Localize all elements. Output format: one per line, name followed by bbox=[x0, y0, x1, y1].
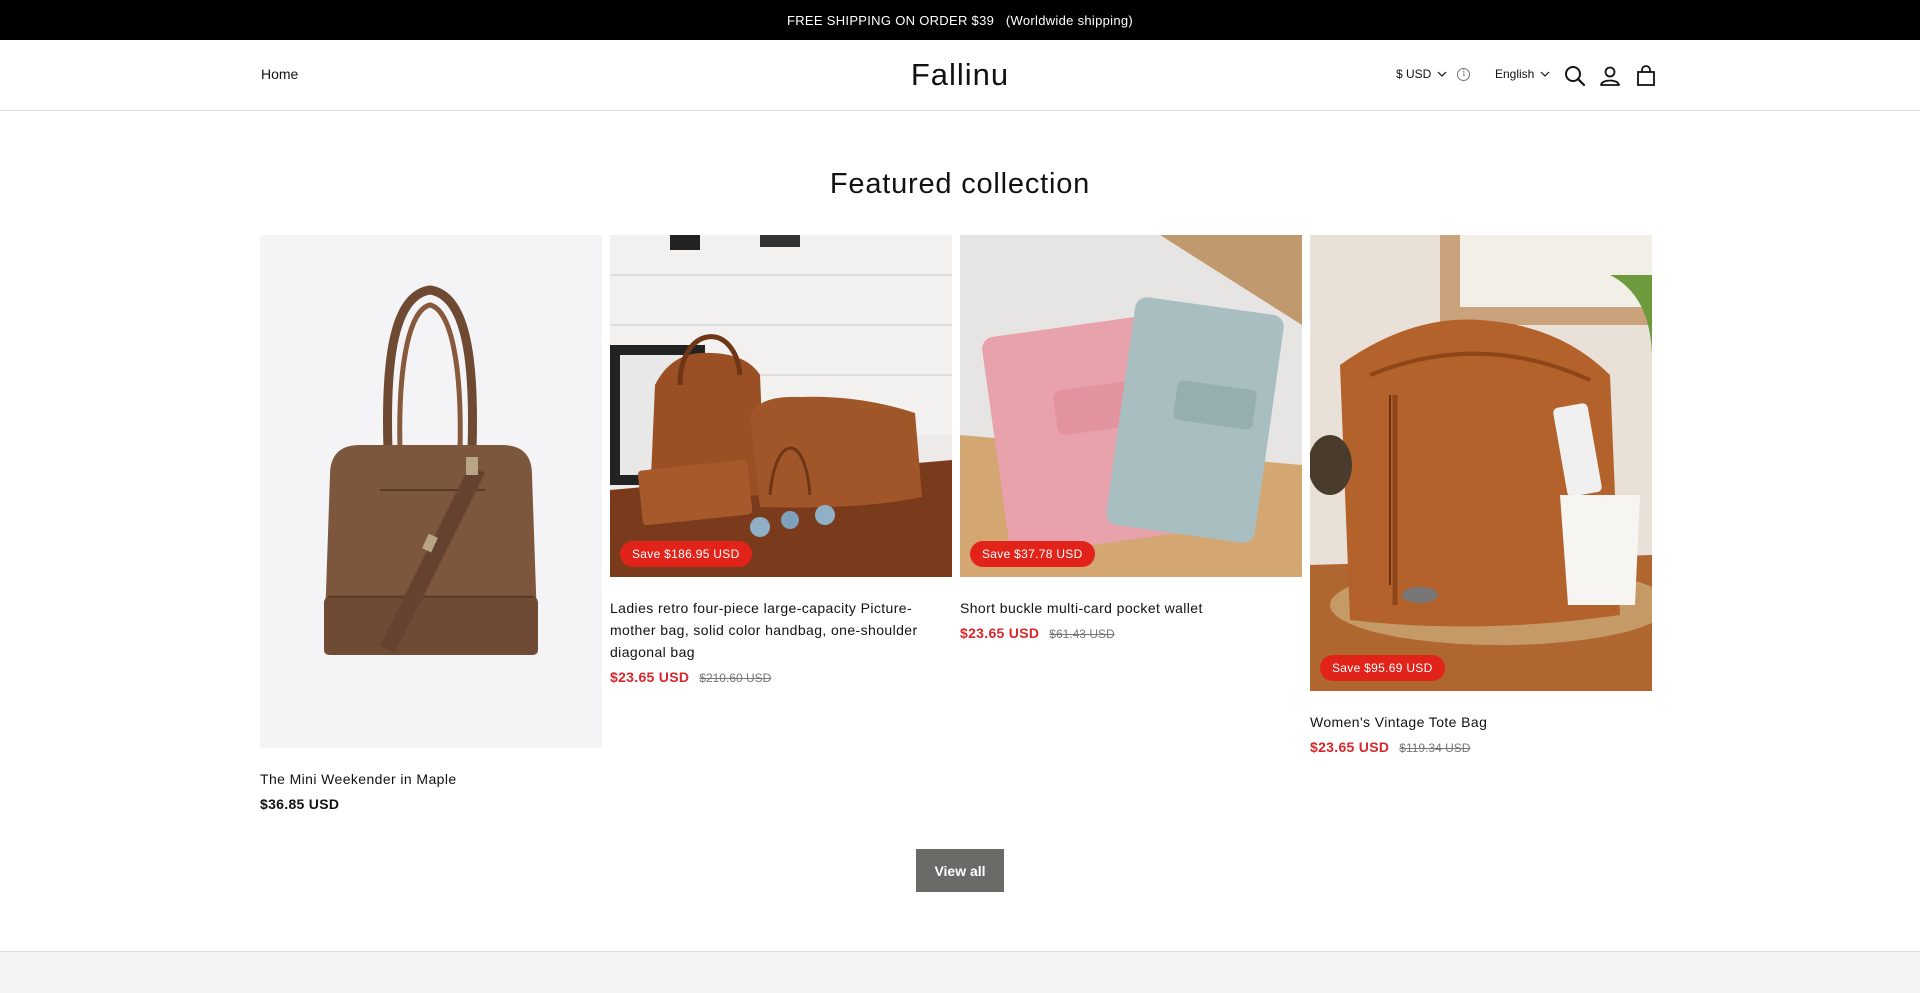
store-logo[interactable]: Fallinu bbox=[911, 57, 1009, 92]
info-icon[interactable]: i bbox=[1457, 67, 1471, 81]
price-row: $23.65 USD $119.34 USD bbox=[1310, 739, 1652, 755]
product-image-link[interactable]: Save $95.69 USD bbox=[1310, 235, 1652, 691]
announcement-text: FREE SHIPPING ON ORDER $39 (Worldwide sh… bbox=[786, 12, 1134, 28]
product-title[interactable]: Short buckle multi-card pocket wallet bbox=[960, 597, 1302, 619]
product-card: The Mini Weekender in Maple $36.85 USD bbox=[260, 235, 602, 812]
product-image-link[interactable] bbox=[260, 235, 602, 748]
product-title[interactable]: The Mini Weekender in Maple bbox=[260, 768, 602, 790]
view-all-button[interactable]: View all bbox=[916, 849, 1004, 892]
compare-price: $61.43 USD bbox=[1049, 627, 1115, 641]
product-image-link[interactable]: Save $186.95 USD bbox=[610, 235, 952, 577]
sale-price: $23.65 USD bbox=[610, 669, 690, 685]
chevron-down-icon bbox=[1437, 71, 1447, 77]
price-row: $23.65 USD $61.43 USD bbox=[960, 625, 1302, 641]
product-image bbox=[960, 235, 1302, 577]
announcement-bar: FREE SHIPPING ON ORDER $39 (Worldwide sh… bbox=[0, 0, 1920, 40]
price-row: $36.85 USD bbox=[260, 796, 602, 812]
price-row: $23.65 USD $210.60 USD bbox=[610, 669, 952, 685]
product-card: Save $186.95 USD Ladies retro four-piece… bbox=[610, 235, 952, 685]
compare-price: $119.34 USD bbox=[1399, 741, 1471, 755]
product-title[interactable]: Ladies retro four-piece large-capacity P… bbox=[610, 597, 952, 663]
nav-home-link[interactable]: Home bbox=[261, 66, 298, 82]
product-card: Save $95.69 USD Women's Vintage Tote Bag… bbox=[1310, 235, 1652, 755]
account-icon[interactable] bbox=[1598, 64, 1622, 88]
product-image bbox=[260, 235, 602, 748]
cart-icon[interactable] bbox=[1634, 64, 1658, 88]
sale-price: $23.65 USD bbox=[960, 625, 1040, 641]
sale-badge: Save $95.69 USD bbox=[1320, 655, 1445, 681]
product-image-link[interactable]: Save $37.78 USD bbox=[960, 235, 1302, 577]
sale-badge: Save $186.95 USD bbox=[620, 541, 752, 567]
site-header: Home Fallinu $ USD i English bbox=[0, 40, 1920, 111]
footer bbox=[0, 951, 1920, 993]
product-image bbox=[610, 235, 952, 577]
product-card: Save $37.78 USD Short buckle multi-card … bbox=[960, 235, 1302, 641]
chevron-down-icon bbox=[1540, 71, 1550, 77]
section-title: Featured collection bbox=[829, 168, 1091, 200]
language-selector[interactable]: English bbox=[1495, 67, 1550, 81]
language-label: English bbox=[1495, 67, 1535, 81]
sale-badge: Save $37.78 USD bbox=[970, 541, 1095, 567]
sale-price: $23.65 USD bbox=[1310, 739, 1390, 755]
search-icon[interactable] bbox=[1563, 64, 1587, 88]
product-image bbox=[1310, 235, 1652, 691]
currency-selector[interactable]: $ USD i bbox=[1396, 67, 1471, 81]
compare-price: $210.60 USD bbox=[699, 671, 772, 685]
product-price: $36.85 USD bbox=[260, 796, 340, 812]
currency-label: $ USD bbox=[1396, 67, 1432, 81]
product-title[interactable]: Women's Vintage Tote Bag bbox=[1310, 711, 1652, 733]
